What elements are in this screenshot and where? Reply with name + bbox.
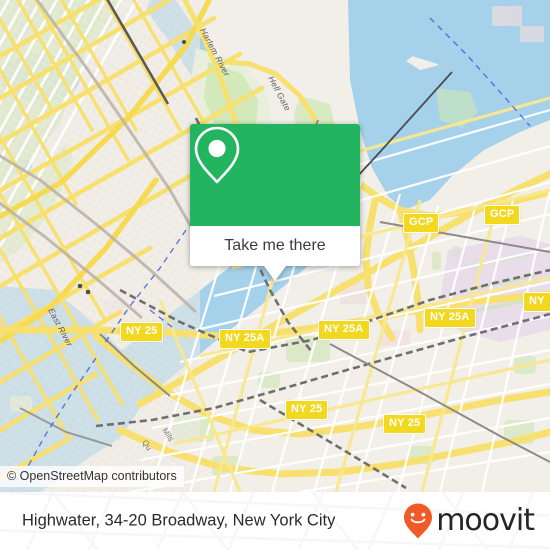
moovit-pin-smiley-icon [404, 503, 433, 539]
road-shield-ny25-right: NY 25 [383, 414, 427, 434]
moovit-wordmark: moovit [436, 503, 535, 538]
road-shield-ny25a-right: NY 25A [424, 308, 476, 328]
moovit-map-screenshot: Harlem River Hell Gate East River Qu Mil… [0, 0, 550, 550]
road-shield-ny-edge: NY [523, 292, 550, 312]
map-canvas[interactable]: Harlem River Hell Gate East River Qu Mil… [0, 0, 550, 492]
footer-bar: Highwater, 34-20 Broadway, New York City… [0, 492, 550, 550]
take-me-there-button[interactable]: Take me there [190, 226, 360, 266]
road-shield-gcp-2: GCP [484, 205, 521, 225]
map-pin-icon [194, 126, 240, 184]
popup-pointer-tail [264, 266, 286, 281]
popup-card: Take me there [190, 124, 360, 266]
osm-attribution[interactable]: © OpenStreetMap contributors [0, 466, 184, 487]
moovit-logo[interactable]: moovit [402, 502, 535, 540]
take-me-there-label: Take me there [224, 237, 326, 254]
popup-hero [190, 124, 360, 226]
road-shield-ny25-center: NY 25 [285, 400, 329, 420]
road-shield-ny25a-mid: NY 25A [219, 329, 271, 349]
road-shield-ny25-left: NY 25 [120, 322, 164, 342]
location-popup[interactable]: Take me there [190, 124, 360, 281]
road-shield-ny25a-center: NY 25A [318, 320, 370, 340]
road-shield-gcp-1: GCP [403, 213, 440, 233]
place-title: Highwater, 34-20 Broadway, New York City [22, 511, 336, 530]
